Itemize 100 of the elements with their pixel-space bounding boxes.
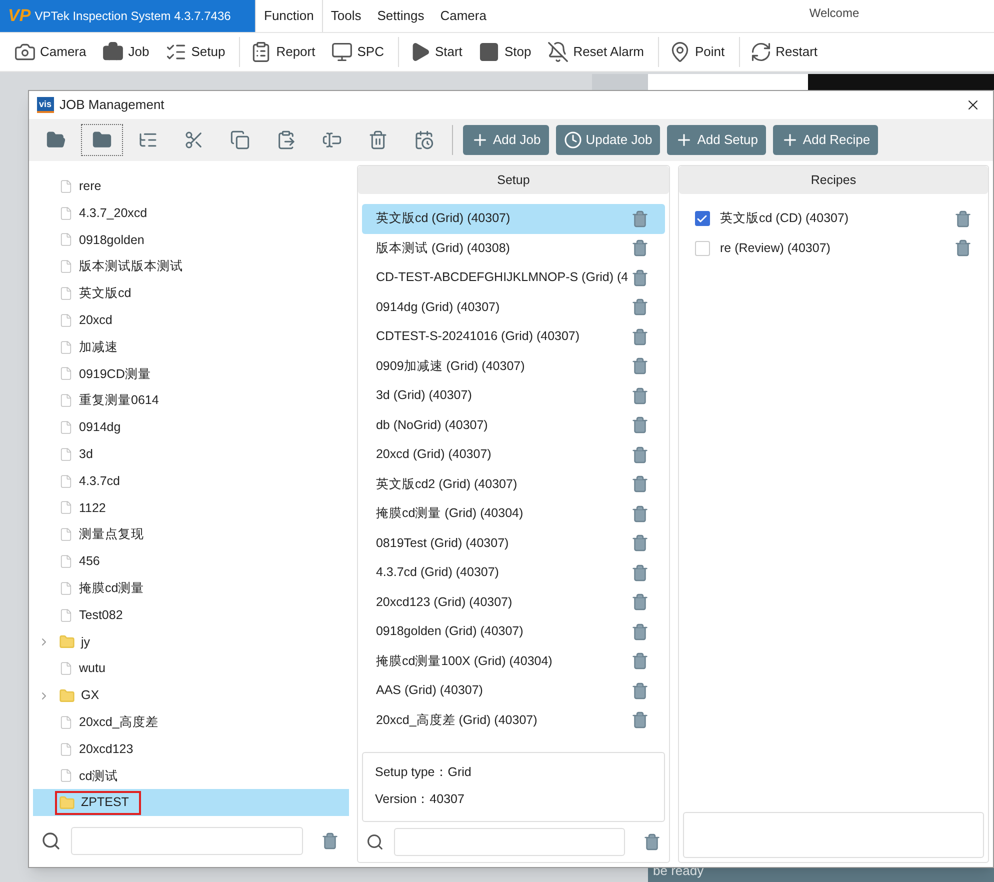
job-name: 0919CD测量 [79,366,151,383]
trash-icon[interactable] [630,446,649,464]
trash-icon[interactable] [630,652,649,670]
menu-tab[interactable]: Function [255,0,323,32]
trash-icon[interactable] [642,833,661,851]
setup-item[interactable]: 版本测试 (Grid) (40308) [362,234,665,263]
setup-item[interactable]: 4.3.7cd (Grid) (40307) [362,558,665,588]
tree-item[interactable]: 0919CD测量 [33,360,349,388]
column-header: Recipes [678,166,988,194]
setup-item[interactable]: 掩膜cd测量100X (Grid) (40304) [362,646,665,676]
file-icon [59,742,73,757]
trash-icon[interactable] [630,711,649,730]
toolbar-button[interactable]: Report [244,36,322,68]
job-name: 测量点复现 [79,526,144,544]
trash-icon[interactable] [630,475,649,494]
setup-name: 英文版cd2 (Grid) (40307) [376,476,518,493]
tree-item[interactable]: 重复测量0614 [33,387,349,414]
setup-item[interactable]: 0909加减速 (Grid) (40307) [362,352,665,381]
action-button[interactable]: Update Job [556,125,660,155]
setup-item[interactable]: 掩膜cd测量 (Grid) (40304) [362,499,665,528]
tree-item[interactable]: Test082 [33,602,349,629]
tree-item[interactable]: 0918golden [33,226,349,254]
tree-item[interactable]: 版本测试版本测试 [33,253,349,280]
tree-item[interactable]: rere [33,173,349,200]
toolbar-button[interactable]: Point [663,36,731,68]
tree-item[interactable]: 加减速 [33,334,349,361]
job-name: 掩膜cd测量 [79,580,144,597]
tree-item[interactable]: 1122 [33,494,349,522]
tree-item[interactable]: 20xcd_高度差 [33,708,349,736]
toolbar-button[interactable]: Stop [472,36,538,68]
toolbar-button[interactable]: Reset Alarm [541,36,650,68]
tree-item[interactable]: 0914dg [33,414,349,441]
tree-item[interactable]: 20xcd123 [33,736,349,763]
setup-item[interactable]: db (NoGrid) (40307) [362,410,665,440]
setup-item[interactable]: 20xcd_高度差 (Grid) (40307) [362,706,665,735]
setup-item[interactable]: 英文版cd2 (Grid) (40307) [362,470,665,499]
setup-name: 版本测试 (Grid) (40308) [376,240,511,257]
trash-icon[interactable] [630,416,649,434]
setup-name: 20xcd (Grid) (40307) [376,446,492,464]
tree-item[interactable]: GX [33,682,349,709]
toolbar-button[interactable]: Job [96,36,156,68]
setup-item[interactable]: 20xcd (Grid) (40307) [362,440,665,470]
trash-icon[interactable] [630,564,649,582]
job-name: 4.3.7_20xcd [79,204,148,222]
setup-name: CDTEST-S-20241016 (Grid) (40307) [376,328,581,346]
trash-icon[interactable] [630,504,649,523]
checkbox[interactable] [694,211,710,226]
tree-item[interactable]: 4.3.7cd [33,468,349,495]
trash-icon[interactable] [630,210,649,228]
action-button[interactable]: Add Setup [667,125,766,155]
file-icon [59,206,73,221]
info-text: Setup type：Grid [374,764,472,781]
tree-item[interactable]: ZPTEST [33,789,349,816]
tree-item[interactable]: 掩膜cd测量 [33,574,349,602]
tree-item[interactable]: 3d [33,440,349,468]
trash-icon[interactable] [954,239,972,258]
tree-item[interactable]: 测量点复现 [33,521,349,548]
tree-item[interactable]: cd测试 [33,762,349,790]
job-name: 版本测试版本测试 [79,258,183,276]
search-field[interactable] [394,828,625,856]
action-button[interactable]: Add Recipe [772,125,878,155]
trash-icon[interactable] [321,832,339,850]
setup-item[interactable]: AAS (Grid) (40307) [362,676,665,706]
trash-icon[interactable] [954,210,972,228]
file-icon [59,259,73,274]
setup-item[interactable]: 3d (Grid) (40307) [362,381,665,410]
tree-item[interactable]: 4.3.7_20xcd [33,200,349,227]
tool-button[interactable] [81,124,123,156]
toolbar-button[interactable]: Restart [744,36,824,68]
trash-icon[interactable] [630,386,649,405]
trash-icon[interactable] [630,328,649,346]
toolbar-button[interactable]: Camera [8,36,92,68]
trash-icon[interactable] [630,534,649,552]
toolbar-button[interactable]: SPC [325,36,390,68]
action-button[interactable]: Add Job [463,125,549,155]
setup-item[interactable]: 0914dg (Grid) (40307) [362,292,665,322]
tree-item[interactable]: 456 [33,548,349,575]
toolbar-button[interactable]: Setup [159,36,232,68]
toolbar-button[interactable]: Start [402,36,468,68]
setup-item[interactable]: 英文版cd (Grid) (40307) [362,204,665,234]
trash-icon[interactable] [630,298,649,316]
welcome-text: Welcome [809,5,860,22]
search-field[interactable] [71,827,303,855]
tree-item[interactable]: 英文版cd [33,280,349,307]
tree-item[interactable]: jy [33,628,349,656]
setup-item[interactable]: 20xcd123 (Grid) (40307) [362,588,665,617]
tree-item[interactable]: wutu [33,655,349,682]
setup-item[interactable]: 0918golden (Grid) (40307) [362,617,665,646]
trash-icon[interactable] [630,682,649,700]
trash-icon[interactable] [630,357,649,376]
checkbox[interactable] [694,240,710,256]
setup-item[interactable]: 0819Test (Grid) (40307) [362,528,665,558]
setup-item[interactable]: CD-TEST-ABCDEFGHIJKLMNOP-S (Grid) (4 [362,263,665,292]
refresh-icon [750,41,772,63]
trash-icon[interactable] [630,622,649,641]
setup-item[interactable]: CDTEST-S-20241016 (Grid) (40307) [362,322,665,352]
trash-icon[interactable] [630,593,649,612]
trash-icon[interactable] [630,268,649,287]
tree-item[interactable]: 20xcd [33,306,349,334]
trash-icon[interactable] [630,239,649,258]
